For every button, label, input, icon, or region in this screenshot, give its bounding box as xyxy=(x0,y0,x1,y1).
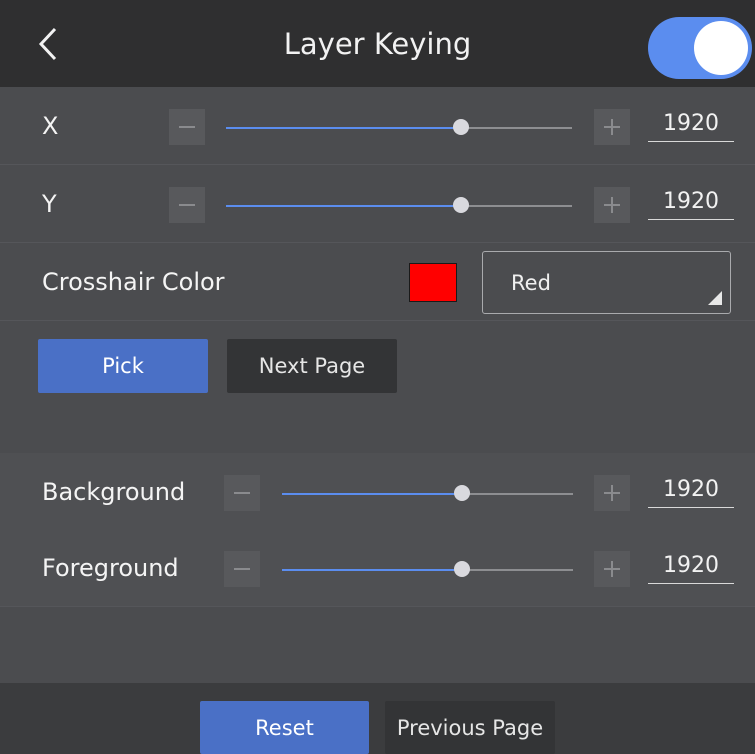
crosshair-color-label: Crosshair Color xyxy=(42,267,225,296)
foreground-row: Foreground 1920 xyxy=(0,529,755,607)
background-slider[interactable] xyxy=(282,485,573,513)
background-label: Background xyxy=(42,477,186,506)
x-label: X xyxy=(42,111,59,140)
slider-fill xyxy=(226,205,462,207)
slider-fill xyxy=(282,493,463,495)
slider-thumb[interactable] xyxy=(454,561,471,577)
y-row: Y 1920 xyxy=(0,165,755,243)
crosshair-color-select[interactable]: Red xyxy=(482,251,731,314)
background-value-field[interactable]: 1920 xyxy=(648,473,734,508)
x-row: X 1920 xyxy=(0,87,755,165)
slider-fill xyxy=(226,127,462,129)
crosshair-color-row: Crosshair Color Red xyxy=(0,243,755,321)
crosshair-color-selected: Red xyxy=(511,270,551,295)
toggle-knob xyxy=(694,21,748,75)
slider-fill xyxy=(282,569,463,571)
y-value-field[interactable]: 1920 xyxy=(648,185,734,220)
foreground-label: Foreground xyxy=(42,553,179,582)
y-decrease-button[interactable] xyxy=(169,187,205,223)
foreground-value-field[interactable]: 1920 xyxy=(648,549,734,584)
background-row: Background 1920 xyxy=(0,453,755,531)
footer-bar: Reset Previous Page xyxy=(0,683,755,754)
slider-thumb[interactable] xyxy=(454,485,471,501)
foreground-increase-button[interactable] xyxy=(594,551,630,587)
previous-page-button[interactable]: Previous Page xyxy=(385,701,555,754)
y-slider[interactable] xyxy=(226,197,572,225)
crosshair-color-swatch xyxy=(409,263,457,302)
x-value-field[interactable]: 1920 xyxy=(648,107,734,142)
header-bar: Layer Keying xyxy=(0,0,755,87)
background-decrease-button[interactable] xyxy=(224,475,260,511)
foreground-decrease-button[interactable] xyxy=(224,551,260,587)
x-increase-button[interactable] xyxy=(594,109,630,145)
x-slider[interactable] xyxy=(226,119,572,147)
minus-icon xyxy=(234,568,250,570)
reset-button[interactable]: Reset xyxy=(200,701,369,754)
slider-thumb[interactable] xyxy=(453,197,470,213)
pick-button[interactable]: Pick xyxy=(38,339,208,393)
minus-icon xyxy=(179,126,195,128)
layer-keying-toggle[interactable] xyxy=(648,17,752,79)
y-increase-button[interactable] xyxy=(594,187,630,223)
foreground-slider[interactable] xyxy=(282,561,573,589)
y-label: Y xyxy=(42,189,57,218)
minus-icon xyxy=(179,204,195,206)
dropdown-corner-icon xyxy=(708,291,722,305)
page-title: Layer Keying xyxy=(283,26,472,61)
x-decrease-button[interactable] xyxy=(169,109,205,145)
background-increase-button[interactable] xyxy=(594,475,630,511)
next-page-button[interactable]: Next Page xyxy=(227,339,397,393)
minus-icon xyxy=(234,492,250,494)
slider-thumb[interactable] xyxy=(453,119,470,135)
